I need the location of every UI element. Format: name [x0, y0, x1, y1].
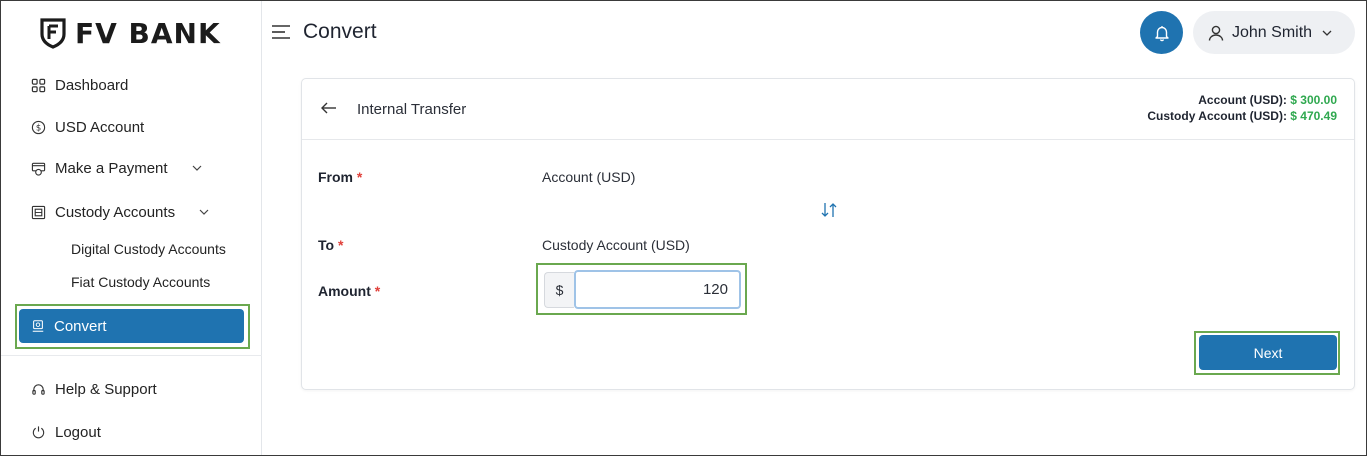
page-title: Convert	[271, 16, 377, 48]
from-label-text: From	[318, 169, 353, 185]
from-value: Account (USD)	[542, 169, 636, 185]
chevron-down-icon[interactable]	[198, 206, 210, 218]
next-button[interactable]: Next	[1199, 335, 1337, 370]
balance-custody-account-usd: Custody Account (USD): $ 470.49	[1147, 109, 1337, 123]
sidebar-item-label: Dashboard	[55, 76, 129, 94]
brand-logo[interactable]: FV BANK	[39, 13, 221, 53]
dollar-coin-icon: $	[31, 120, 46, 135]
balance-value: $ 300.00	[1290, 93, 1337, 107]
internal-transfer-card: Internal Transfer Account (USD): $ 300.0…	[301, 78, 1355, 390]
amount-input[interactable]	[574, 270, 741, 309]
bell-icon	[1154, 25, 1169, 41]
convert-icon	[32, 320, 44, 332]
balance-label: Custody Account (USD):	[1147, 109, 1287, 123]
sidebar-item-label: Help & Support	[55, 380, 157, 398]
user-name: John Smith	[1232, 23, 1313, 41]
vault-icon	[31, 205, 46, 220]
to-value: Custody Account (USD)	[542, 237, 690, 253]
sidebar-item-dashboard[interactable]: Dashboard	[31, 72, 128, 98]
user-icon	[1208, 25, 1224, 41]
currency-prefix: $	[544, 272, 574, 308]
sidebar-item-label: USD Account	[55, 118, 145, 136]
sidebar-item-logout[interactable]: Logout	[31, 419, 101, 445]
to-label: To *	[318, 237, 343, 253]
card-title: Internal Transfer	[357, 101, 467, 118]
sidebar-item-label: Custody Accounts	[55, 203, 176, 221]
amount-label-text: Amount	[318, 283, 371, 299]
balance-label: Account (USD):	[1198, 93, 1287, 107]
balance-value: $ 470.49	[1290, 109, 1337, 123]
sidebar-item-label: Make a Payment	[55, 159, 168, 177]
sidebar-item-help-support[interactable]: Help & Support	[31, 376, 157, 402]
balance-account-usd: Account (USD): $ 300.00	[1198, 93, 1337, 107]
fv-shield-logo-icon	[40, 18, 66, 49]
notifications-button[interactable]	[1140, 11, 1183, 54]
to-label-text: To	[318, 237, 335, 253]
sidebar-item-usd-account[interactable]: $ USD Account	[31, 114, 144, 140]
sidebar-item-custody-accounts[interactable]: Custody Accounts	[31, 199, 210, 225]
back-arrow-icon[interactable]	[320, 99, 338, 117]
sidebar-divider	[1, 355, 262, 356]
chevron-down-icon	[1322, 30, 1332, 36]
payment-icon	[31, 161, 46, 176]
amount-label: Amount *	[318, 283, 380, 299]
power-icon	[31, 425, 46, 440]
svg-text:$: $	[36, 122, 41, 132]
sidebar-item-label: Logout	[55, 423, 101, 441]
grid-icon	[31, 78, 46, 93]
sidebar-subitem-digital-custody-accounts[interactable]: Digital Custody Accounts	[71, 241, 226, 257]
swap-arrows-icon[interactable]	[819, 200, 839, 220]
sidebar: FV BANK Dashboard $ USD Account Make a P…	[1, 1, 262, 455]
card-header: Internal Transfer Account (USD): $ 300.0…	[302, 79, 1354, 140]
required-mark: *	[337, 237, 344, 253]
sidebar-item-convert[interactable]: Convert	[19, 309, 244, 343]
headset-icon	[31, 382, 46, 397]
brand-name: FV BANK	[75, 16, 221, 50]
sidebar-subitem-fiat-custody-accounts[interactable]: Fiat Custody Accounts	[71, 274, 210, 290]
from-label: From *	[318, 169, 362, 185]
user-menu[interactable]: John Smith	[1193, 11, 1355, 54]
menu-icon[interactable]	[271, 24, 291, 40]
page-title-text: Convert	[303, 20, 377, 43]
sidebar-item-label: Convert	[54, 317, 107, 335]
sidebar-item-make-a-payment[interactable]: Make a Payment	[31, 155, 203, 181]
chevron-down-icon[interactable]	[191, 162, 203, 174]
required-mark: *	[356, 169, 363, 185]
required-mark: *	[374, 283, 381, 299]
